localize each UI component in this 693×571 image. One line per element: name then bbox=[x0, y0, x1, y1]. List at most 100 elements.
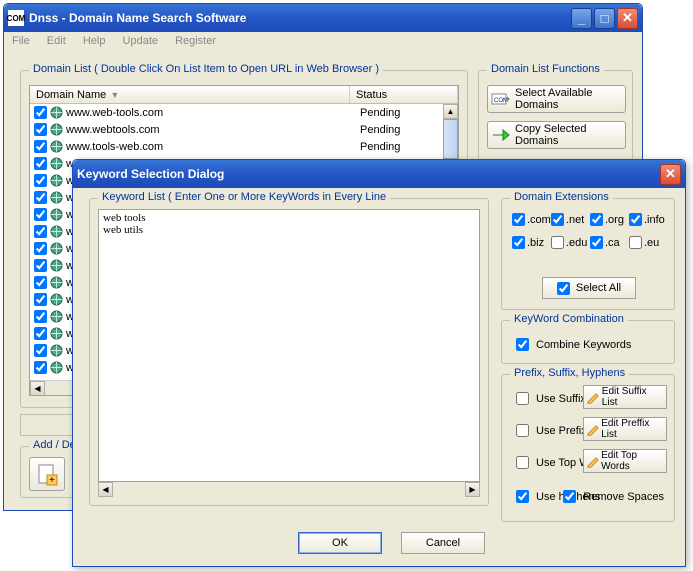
table-row[interactable]: www.tools-web.comPending bbox=[30, 138, 458, 155]
status-cell: Pending bbox=[360, 141, 454, 153]
menu-update[interactable]: Update bbox=[123, 35, 158, 47]
remove-spaces-checkbox[interactable] bbox=[563, 490, 576, 503]
select-all-button[interactable]: Select All bbox=[542, 277, 636, 299]
globe-icon bbox=[49, 174, 63, 188]
extension-checkbox-biz[interactable]: .biz bbox=[512, 236, 551, 249]
row-checkbox[interactable] bbox=[34, 361, 47, 374]
main-titlebar[interactable]: COM Dnss - Domain Name Search Software _… bbox=[4, 4, 642, 32]
svg-text:+: + bbox=[49, 475, 55, 486]
globe-icon bbox=[49, 344, 63, 358]
extension-checkbox-info[interactable]: .info bbox=[629, 213, 668, 226]
extension-checkbox-ca[interactable]: .ca bbox=[590, 236, 629, 249]
combine-keywords-checkbox[interactable]: Combine Keywords bbox=[512, 335, 631, 354]
column-status[interactable]: Status bbox=[350, 86, 458, 103]
dialog-titlebar[interactable]: Keyword Selection Dialog ✕ bbox=[73, 160, 685, 188]
row-checkbox[interactable] bbox=[34, 344, 47, 357]
globe-icon bbox=[49, 327, 63, 341]
row-checkbox[interactable] bbox=[34, 174, 47, 187]
scroll-left-icon[interactable]: ◀ bbox=[30, 381, 45, 396]
domain-name-cell: www.web-tools.com bbox=[66, 107, 360, 119]
edit-topwords-button[interactable]: Edit Top Words bbox=[583, 449, 667, 473]
globe-icon bbox=[49, 276, 63, 290]
minimize-button[interactable]: _ bbox=[571, 8, 592, 29]
use-topwords-checkbox[interactable] bbox=[516, 456, 529, 469]
globe-icon bbox=[49, 191, 63, 205]
globe-icon bbox=[49, 123, 63, 137]
row-checkbox[interactable] bbox=[34, 225, 47, 238]
menu-register[interactable]: Register bbox=[175, 35, 216, 47]
com-icon: COM bbox=[491, 89, 511, 109]
globe-icon bbox=[49, 157, 63, 171]
edit-prefix-button[interactable]: Edit Preffix List bbox=[583, 417, 667, 441]
table-row[interactable]: www.web-tools.comPending bbox=[30, 104, 458, 121]
row-checkbox[interactable] bbox=[34, 259, 47, 272]
row-checkbox[interactable] bbox=[34, 157, 47, 170]
globe-icon bbox=[49, 225, 63, 239]
combination-group: KeyWord Combination Combine Keywords bbox=[501, 320, 675, 364]
row-checkbox[interactable] bbox=[34, 191, 47, 204]
use-suffixes-checkbox[interactable] bbox=[516, 392, 529, 405]
row-checkbox[interactable] bbox=[34, 293, 47, 306]
globe-icon bbox=[49, 310, 63, 324]
main-title: Dnss - Domain Name Search Software bbox=[29, 11, 246, 25]
combination-label: KeyWord Combination bbox=[510, 313, 628, 325]
select-all-checkbox[interactable] bbox=[557, 282, 570, 295]
extensions-group: Domain Extensions .com.net.org.info.biz.… bbox=[501, 198, 675, 310]
globe-icon bbox=[49, 140, 63, 154]
row-checkbox[interactable] bbox=[34, 123, 47, 136]
extension-checkbox-eu[interactable]: .eu bbox=[629, 236, 668, 249]
use-hyphens-checkbox[interactable] bbox=[516, 490, 529, 503]
row-checkbox[interactable] bbox=[34, 327, 47, 340]
domain-list-label: Domain List ( Double Click On List Item … bbox=[29, 63, 383, 75]
prefix-label: Prefix, Suffix, Hyphens bbox=[510, 367, 629, 379]
row-checkbox[interactable] bbox=[34, 242, 47, 255]
select-available-button[interactable]: COM Select Available Domains bbox=[487, 85, 626, 113]
menu-help[interactable]: Help bbox=[83, 35, 106, 47]
row-checkbox[interactable] bbox=[34, 106, 47, 119]
keyword-textarea[interactable]: web tools web utils bbox=[98, 209, 480, 482]
textarea-hscrollbar[interactable]: ◀ ▶ bbox=[98, 482, 480, 497]
row-checkbox[interactable] bbox=[34, 276, 47, 289]
arrow-right-icon bbox=[491, 125, 511, 145]
copy-selected-button[interactable]: Copy Selected Domains bbox=[487, 121, 626, 149]
sort-indicator-icon: ▼ bbox=[110, 90, 119, 100]
extension-checkbox-org[interactable]: .org bbox=[590, 213, 629, 226]
add-button[interactable]: + bbox=[29, 457, 65, 491]
ok-button[interactable]: OK bbox=[298, 532, 382, 554]
cancel-button[interactable]: Cancel bbox=[401, 532, 485, 554]
column-domain-name[interactable]: Domain Name▼ bbox=[30, 86, 350, 103]
keyword-list-group: Keyword List ( Enter One or More KeyWord… bbox=[89, 198, 489, 506]
dialog-close-button[interactable]: ✕ bbox=[660, 164, 681, 185]
globe-icon bbox=[49, 242, 63, 256]
scroll-up-icon[interactable]: ▲ bbox=[443, 104, 458, 119]
pencil-icon bbox=[586, 390, 600, 404]
status-cell: Pending bbox=[360, 107, 454, 119]
extension-checkbox-com[interactable]: .com bbox=[512, 213, 551, 226]
menu-file[interactable]: File bbox=[12, 35, 30, 47]
domain-name-cell: www.webtools.com bbox=[66, 124, 360, 136]
extension-checkbox-net[interactable]: .net bbox=[551, 213, 590, 226]
edit-suffix-button[interactable]: Edit Suffix List bbox=[583, 385, 667, 409]
keyword-dialog: Keyword Selection Dialog ✕ Keyword List … bbox=[72, 159, 686, 567]
row-checkbox[interactable] bbox=[34, 140, 47, 153]
globe-icon bbox=[49, 259, 63, 273]
scroll-left-icon[interactable]: ◀ bbox=[98, 482, 113, 497]
row-checkbox[interactable] bbox=[34, 208, 47, 221]
status-cell: Pending bbox=[360, 124, 454, 136]
maximize-button[interactable]: □ bbox=[594, 8, 615, 29]
extensions-label: Domain Extensions bbox=[510, 191, 613, 203]
extension-checkbox-edu[interactable]: .edu bbox=[551, 236, 590, 249]
keyword-label: Keyword List ( Enter One or More KeyWord… bbox=[98, 191, 390, 203]
scroll-thumb[interactable] bbox=[443, 119, 458, 159]
row-checkbox[interactable] bbox=[34, 310, 47, 323]
pencil-icon bbox=[586, 422, 599, 436]
prefix-suffix-group: Prefix, Suffix, Hyphens Use Suffixes Edi… bbox=[501, 374, 675, 522]
table-row[interactable]: www.webtools.comPending bbox=[30, 121, 458, 138]
pencil-icon bbox=[586, 454, 599, 468]
add-page-icon: + bbox=[35, 462, 59, 486]
use-prefixes-checkbox[interactable] bbox=[516, 424, 529, 437]
menu-edit[interactable]: Edit bbox=[47, 35, 66, 47]
domain-functions-group: Domain List Functions COM Select Availab… bbox=[478, 70, 633, 162]
close-button[interactable]: ✕ bbox=[617, 8, 638, 29]
scroll-right-icon[interactable]: ▶ bbox=[465, 482, 480, 497]
